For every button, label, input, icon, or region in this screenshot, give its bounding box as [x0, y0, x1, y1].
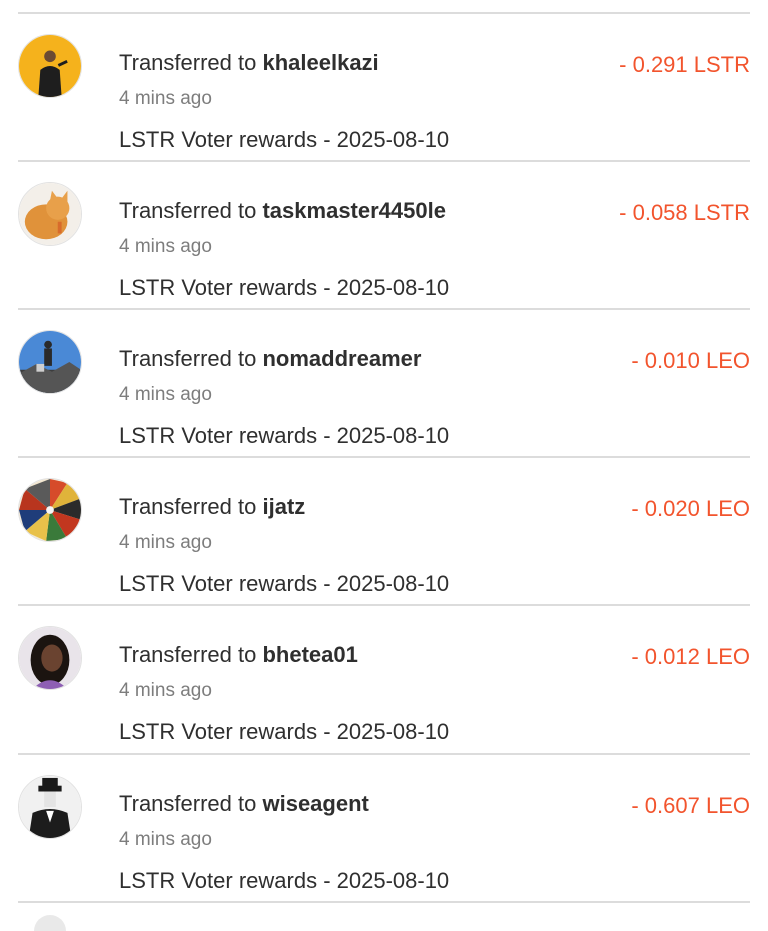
divider — [18, 901, 750, 903]
transfer-title: Transferred to khaleelkazi — [119, 50, 379, 76]
woman-portrait-avatar-icon — [19, 627, 81, 689]
amount-text: - 0.012 LEO — [631, 644, 750, 669]
transfer-prefix: Transferred to — [119, 198, 257, 223]
memo-text: LSTR Voter rewards - 2025-08-10 — [119, 571, 450, 596]
avatar[interactable] — [18, 478, 82, 542]
recipient-link[interactable]: khaleelkazi — [262, 50, 378, 75]
recipient-link[interactable]: taskmaster4450le — [262, 198, 445, 223]
transaction-row[interactable]: Transferred to ijatz 4 mins ago LSTR Vot… — [0, 458, 768, 606]
recipient-link[interactable]: ijatz — [262, 494, 305, 519]
timestamp: 4 mins ago — [119, 532, 212, 553]
transaction-row[interactable]: Transferred to wiseagent 4 mins ago LSTR… — [0, 755, 768, 903]
memo-text: LSTR Voter rewards - 2025-08-10 — [119, 719, 450, 744]
memo-text: LSTR Voter rewards - 2025-08-10 — [119, 275, 450, 300]
avatar[interactable] — [18, 182, 82, 246]
colorful-radial-avatar-icon — [19, 479, 81, 541]
transfer-title: Transferred to bhetea01 — [119, 642, 358, 668]
transaction-row[interactable]: Transferred to bhetea01 4 mins ago LSTR … — [0, 606, 768, 754]
transfer-prefix: Transferred to — [119, 50, 257, 75]
transfer-prefix: Transferred to — [119, 642, 257, 667]
avatar[interactable] — [18, 34, 82, 98]
transfer-prefix: Transferred to — [119, 494, 257, 519]
timestamp: 4 mins ago — [119, 680, 212, 701]
next-row-avatar — [34, 915, 66, 931]
transfer-title: Transferred to wiseagent — [119, 791, 369, 817]
timestamp: 4 mins ago — [119, 384, 212, 405]
memo-text: LSTR Voter rewards - 2025-08-10 — [119, 868, 450, 893]
amount-text: - 0.010 LEO — [631, 348, 750, 373]
amount-text: - 0.020 LEO — [631, 496, 750, 521]
memo-text: LSTR Voter rewards - 2025-08-10 — [119, 127, 450, 152]
transaction-row[interactable]: Transferred to khaleelkazi 4 mins ago LS… — [0, 14, 768, 162]
memo-text: LSTR Voter rewards - 2025-08-10 — [119, 423, 450, 448]
transfer-title: Transferred to ijatz — [119, 494, 305, 520]
timestamp: 4 mins ago — [119, 829, 212, 850]
avatar[interactable] — [18, 775, 82, 839]
avatar[interactable] — [18, 330, 82, 394]
amount-text: - 0.607 LEO — [631, 793, 750, 818]
suited-figure-avatar-icon — [19, 776, 81, 838]
timestamp: 4 mins ago — [119, 88, 212, 109]
transaction-row[interactable]: Transferred to taskmaster4450le 4 mins a… — [0, 162, 768, 310]
transfer-title: Transferred to taskmaster4450le — [119, 198, 446, 224]
speaker-on-stage-avatar-icon — [19, 35, 81, 97]
timestamp: 4 mins ago — [119, 236, 212, 257]
recipient-link[interactable]: bhetea01 — [262, 642, 357, 667]
orange-cat-avatar-icon — [19, 183, 81, 245]
hiker-on-rock-avatar-icon — [19, 331, 81, 393]
transfer-prefix: Transferred to — [119, 791, 257, 816]
amount-text: - 0.291 LSTR — [619, 52, 750, 77]
recipient-link[interactable]: nomaddreamer — [262, 346, 421, 371]
transfer-prefix: Transferred to — [119, 346, 257, 371]
avatar[interactable] — [18, 626, 82, 690]
amount-text: - 0.058 LSTR — [619, 200, 750, 225]
recipient-link[interactable]: wiseagent — [262, 791, 368, 816]
transaction-row[interactable]: Transferred to nomaddreamer 4 mins ago L… — [0, 310, 768, 458]
transfer-title: Transferred to nomaddreamer — [119, 346, 421, 372]
